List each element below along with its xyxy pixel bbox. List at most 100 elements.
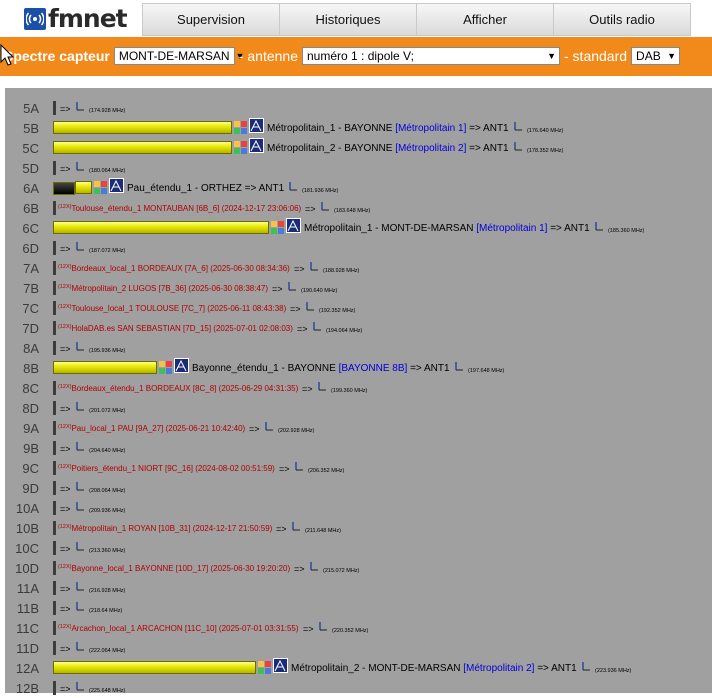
arrow-label: => [279,464,290,474]
service-link[interactable]: [Métropolitain 1] [395,123,466,134]
channel-label: 7A [23,261,39,276]
antenna-icon[interactable] [75,581,85,591]
standard-select[interactable]: DAB ▼ [631,47,681,65]
antenna-icon[interactable] [294,461,304,471]
multiplex-name[interactable]: Pau_étendu_1 - ORTHEZ => ANT1 [127,183,284,194]
multiplex-name[interactable]: Métropolitain_1 - MONT-DE-MARSAN [Métrop… [304,223,590,234]
signal-level-bar[interactable] [53,361,157,374]
channel-row: 5C Métropolitain_2 - BAYONNE [Métropolita… [5,138,712,158]
history-entry[interactable]: (12X)Métropolitain_1 ROYAN [10B_31] (202… [58,524,272,533]
antenna-icon[interactable] [454,361,464,371]
antenna-icon[interactable] [75,241,85,251]
history-entry[interactable]: (12X)Arcachon_local_1 ARCACHON [11C_10] … [58,624,299,633]
service-link[interactable]: [BAYONNE 8B] [339,363,408,374]
history-entry[interactable]: (12X)Métropolitain_2 LUGOS [7B_36] (2025… [58,284,268,293]
antenna-icon[interactable] [264,421,274,431]
capteur-select[interactable]: MONT-DE-MARSAN ▼ [113,47,244,65]
signal-level-bar[interactable] [75,181,92,194]
status-square-icon [234,141,240,147]
status-square-icon [159,361,165,367]
dab-multiplex-icon[interactable] [109,178,124,193]
history-text: Toulouse_local_1 TOULOUSE [7C_7] (2025-0… [71,304,287,313]
signal-level-bar[interactable] [53,141,232,154]
multiplex-name[interactable]: Métropolitain_1 - BAYONNE [Métropolitain… [267,123,509,134]
antenna-icon[interactable] [287,281,297,291]
history-entry[interactable]: (12X)Bayonne_local_1 BAYONNE [10D_17] (2… [58,564,290,573]
service-link[interactable]: [Métropolitain 2] [395,143,466,154]
antenna-icon[interactable] [581,661,591,671]
service-link[interactable]: [Métropolitain 1] [476,223,547,234]
multiplex-name[interactable]: Métropolitain_2 - MONT-DE-MARSAN [Métrop… [291,663,577,674]
status-square-icon [258,668,264,674]
tab-historiques[interactable]: Historiques [279,3,417,36]
frequency-label: (188.928 MHz) [323,268,360,274]
antenna-icon[interactable] [317,381,327,391]
arrow-label: => [60,604,71,614]
antenne-select[interactable]: numéro 1 : dipole V; ▼ [302,47,560,65]
antenna-icon[interactable] [75,501,85,511]
signal-level-bar[interactable] [53,661,256,674]
signal-tick [53,541,56,555]
channel-row: 11B => (218.64 MHz) [5,598,712,618]
dab-multiplex-icon[interactable] [273,658,288,673]
status-square-icon [234,121,240,127]
antenna-icon[interactable] [513,121,523,131]
dab-multiplex-icon[interactable] [174,358,189,373]
dab-multiplex-icon[interactable] [249,138,264,153]
antenna-icon[interactable] [320,201,330,211]
antenna-icon[interactable] [75,681,85,691]
fmnet-logo[interactable]: fmnet [24,6,128,31]
antenna-icon[interactable] [75,481,85,491]
signal-level-bar[interactable] [53,121,232,134]
history-entry[interactable]: (12X)Bordeaux_étendu_1 BORDEAUX [8C_8] (… [58,384,298,393]
antenna-icon[interactable] [309,261,319,271]
antenna-icon[interactable] [318,621,328,631]
antenna-icon[interactable] [309,561,319,571]
status-square-icon [94,181,100,187]
antenna-icon[interactable] [513,141,523,151]
history-text: Bordeaux_étendu_1 BORDEAUX [8C_8] (2025-… [71,384,299,393]
history-entry[interactable]: (12X)Poitiers_étendu_1 NIORT [9C_16] (20… [58,464,275,473]
channel-label: 6A [23,181,39,196]
antenna-icon[interactable] [291,521,301,531]
antenna-icon[interactable] [305,301,315,311]
service-link[interactable]: [Métropolitain 2] [463,663,534,674]
antenna-icon[interactable] [75,641,85,651]
tab-afficher[interactable]: Afficher [416,3,554,36]
multiplex-name[interactable]: Bayonne_étendu_1 - BAYONNE [BAYONNE 8B] … [192,363,450,374]
signal-level-bar[interactable] [53,221,269,234]
history-entry[interactable]: (12X)Pau_local_1 PAU [9A_27] (2025-06-21… [58,424,245,433]
frequency-label: (192.352 MHz) [319,308,356,314]
history-entry[interactable]: (12X)Toulouse_étendu_1 MONTAUBAN [6B_6] … [58,204,301,213]
channel-row: 7B (12X)Métropolitain_2 LUGOS [7B_36] (20… [5,278,712,298]
history-entry[interactable]: (12X)Bordeaux_local_1 BORDEAUX [7A_6] (2… [58,264,290,273]
arrow-label: => [60,584,71,594]
arrow-label: => [276,524,287,534]
signal-tick [53,241,56,255]
arrow-label: => [60,104,71,114]
antenna-icon[interactable] [594,221,604,231]
antenna-icon[interactable] [75,341,85,351]
antenna-icon[interactable] [75,601,85,611]
antenna-icon[interactable] [75,541,85,551]
multiplex-site: Métropolitain_2 - MONT-DE-MARSAN [291,663,461,674]
dab-multiplex-icon[interactable] [286,218,301,233]
antenna-icon[interactable] [75,401,85,411]
multiplex-site: Métropolitain_2 - BAYONNE [267,143,393,154]
dab-multiplex-icon[interactable] [249,118,264,133]
mouse-pointer-icon [0,44,14,66]
arrow-label: => [60,444,71,454]
signal-tick [53,301,56,315]
antenna-icon[interactable] [75,101,85,111]
antenna-icon[interactable] [312,321,322,331]
tab-outils-radio[interactable]: Outils radio [553,3,691,36]
standard-value: DAB [636,49,661,63]
history-entry[interactable]: (12X)HolaDAB.es SAN SEBASTIAN [7D_15] (2… [58,324,293,333]
history-entry[interactable]: (12X)Toulouse_local_1 TOULOUSE [7C_7] (2… [58,304,286,313]
channel-row: 7A (12X)Bordeaux_local_1 BORDEAUX [7A_6] … [5,258,712,278]
antenna-icon[interactable] [75,161,85,171]
antenna-icon[interactable] [75,441,85,451]
tab-supervision[interactable]: Supervision [142,3,280,36]
multiplex-name[interactable]: Métropolitain_2 - BAYONNE [Métropolitain… [267,143,509,154]
antenna-icon[interactable] [288,181,298,191]
